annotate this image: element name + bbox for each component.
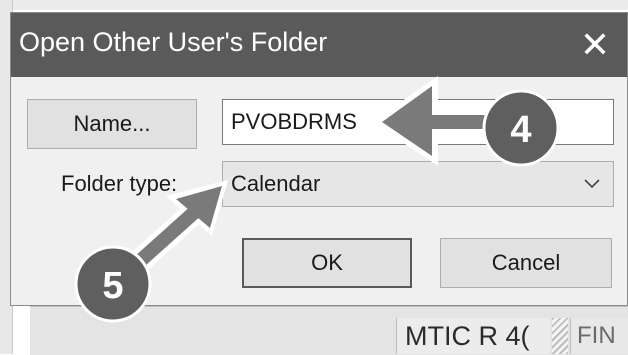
folder-type-label: Folder type: xyxy=(61,171,178,196)
folder-type-select[interactable]: Calendar xyxy=(222,161,614,207)
close-button[interactable]: ✕ xyxy=(563,13,627,77)
ok-button[interactable]: OK xyxy=(242,238,412,288)
background-hatch xyxy=(552,318,568,354)
dialog-titlebar: Open Other User's Folder ✕ xyxy=(11,13,627,77)
open-other-users-folder-dialog: Open Other User's Folder ✕ Name... Folde… xyxy=(10,12,628,306)
background-cell-2: FIN xyxy=(570,318,628,354)
chevron-down-icon xyxy=(584,179,600,189)
close-icon: ✕ xyxy=(579,24,611,65)
cancel-button[interactable]: Cancel xyxy=(440,238,612,288)
dialog-title: Open Other User's Folder xyxy=(19,27,328,57)
folder-type-value: Calendar xyxy=(231,171,321,196)
background-cell: MTIC R 4( xyxy=(396,318,550,354)
name-input[interactable] xyxy=(222,99,614,145)
name-button[interactable]: Name... xyxy=(27,99,197,149)
window-top-edge xyxy=(0,0,628,10)
